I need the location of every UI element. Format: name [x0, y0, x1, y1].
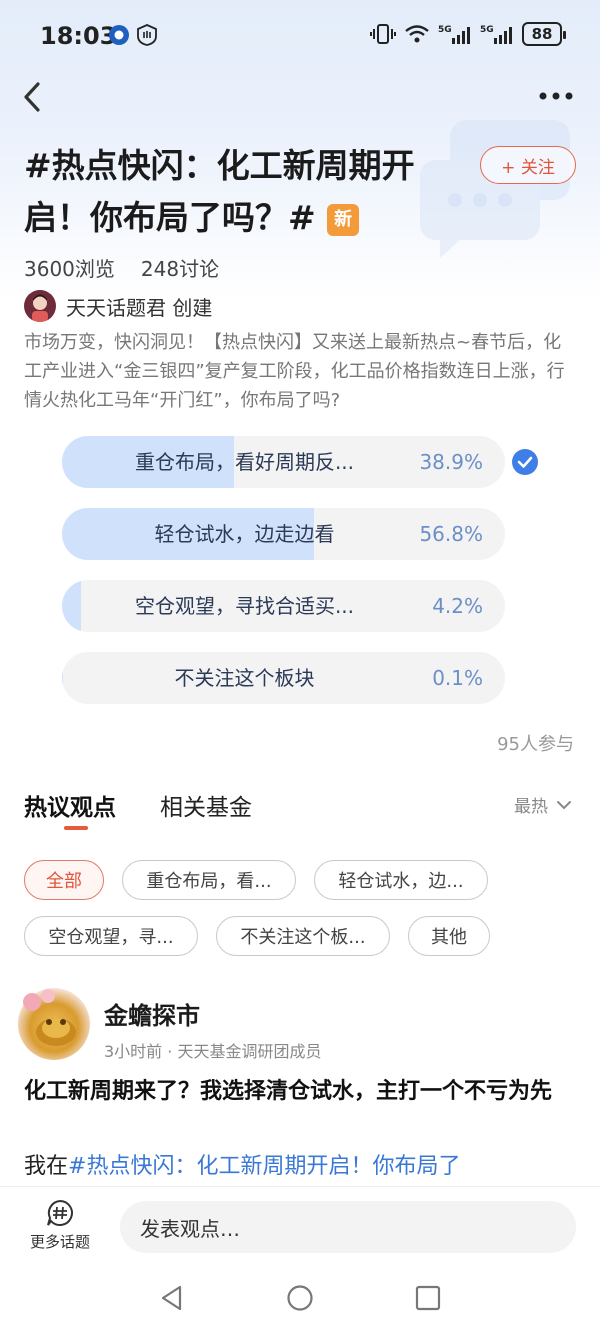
- more-topics-button[interactable]: 更多话题: [20, 1199, 100, 1252]
- post-body[interactable]: 我在#热点快闪：化工新周期开启！你布局了: [24, 1148, 584, 1182]
- cellular-signal-1-icon: 5G: [438, 25, 470, 44]
- poll-option[interactable]: 不关注这个板块 0.1%: [62, 652, 505, 704]
- nav-home-icon[interactable]: [286, 1284, 314, 1312]
- golden-toad-icon: [23, 989, 76, 1046]
- comment-placeholder: 发表观点…: [140, 1216, 240, 1241]
- creator-avatar: [24, 290, 56, 322]
- poll-option-percent: 38.9%: [419, 450, 483, 474]
- sort-dropdown[interactable]: 最热: [514, 792, 572, 817]
- svg-text:5G: 5G: [480, 25, 494, 35]
- filter-chip-ignore[interactable]: 不关注这个板...: [216, 916, 390, 956]
- cellular-signal-2-icon: 5G: [480, 25, 512, 44]
- poll-option[interactable]: 轻仓试水，边走边看 56.8%: [62, 508, 505, 560]
- poll-option[interactable]: 空仓观望，寻找合适买... 4.2%: [62, 580, 505, 632]
- post-author-name[interactable]: 金蟾探市: [104, 996, 200, 1031]
- creator-name: 天天话题君 创建: [66, 295, 213, 320]
- filter-chip-other[interactable]: 其他: [408, 916, 490, 956]
- filter-chip-light[interactable]: 轻仓试水，边...: [314, 860, 488, 900]
- post-meta: 3小时前 · 天天基金调研团成员: [104, 1042, 322, 1061]
- nav-back-icon[interactable]: [158, 1284, 186, 1312]
- wifi-icon: [405, 25, 429, 43]
- vibrate-icon: [370, 24, 396, 44]
- selected-check-icon: [512, 449, 538, 475]
- topic-title: #热点快闪：化工新周期开启！你布局了吗？# 新: [24, 140, 474, 244]
- discussions-count: 248讨论: [140, 257, 220, 281]
- topic-hash-icon: [47, 1199, 73, 1226]
- battery-level: 88: [531, 25, 553, 43]
- back-arrow-icon[interactable]: [18, 80, 48, 114]
- chevron-down-icon: [557, 800, 571, 809]
- nav-recents-icon[interactable]: [414, 1284, 442, 1312]
- svg-text:5G: 5G: [438, 25, 452, 35]
- comment-input[interactable]: 发表观点…: [120, 1201, 576, 1253]
- post-author-avatar[interactable]: [18, 988, 90, 1060]
- follow-button[interactable]: + 关注: [480, 146, 576, 184]
- post-topic-link[interactable]: #热点快闪：化工新周期开启！你布局了: [68, 1154, 460, 1179]
- more-topics-label: 更多话题: [29, 1233, 90, 1251]
- poll-option[interactable]: 重仓布局，看好周期反... 38.9%: [62, 436, 505, 488]
- post-title[interactable]: 化工新周期来了？我选择清仓试水，主打一个不亏为先: [24, 1075, 579, 1109]
- participants-count: 95人参与: [497, 734, 574, 755]
- system-navigation-bar: [0, 1268, 600, 1332]
- post-body-prefix: 我在: [24, 1154, 69, 1179]
- active-tab-indicator: [64, 826, 88, 830]
- tab-related-funds[interactable]: 相关基金: [160, 788, 252, 822]
- poll-option-percent: 0.1%: [432, 666, 483, 690]
- more-options-icon[interactable]: [538, 86, 574, 106]
- poll-option-percent: 56.8%: [419, 522, 483, 546]
- creator-avatar-icon: [32, 294, 48, 322]
- tab-hot-opinions[interactable]: 热议观点: [24, 788, 116, 822]
- status-indicators: 5G 5G 88: [370, 22, 566, 46]
- poll-option-label: 轻仓试水，边走边看: [154, 522, 335, 546]
- battery-indicator: 88: [522, 22, 566, 46]
- sort-label: 最热: [514, 797, 548, 817]
- bottom-action-bar: 更多话题 发表观点…: [0, 1186, 600, 1268]
- creator-row[interactable]: 天天话题君 创建: [24, 290, 212, 322]
- filter-chip-empty[interactable]: 空仓观望，寻...: [24, 916, 198, 956]
- views-count: 3600浏览: [24, 257, 115, 281]
- topic-description: 市场万变，快闪洞见！【热点快闪】又来送上最新热点~春节后，化工产业进入“金三银四…: [24, 332, 565, 411]
- hand-shield-icon: [137, 24, 157, 46]
- topic-stats: 3600浏览 248讨论: [24, 253, 219, 282]
- filter-chip-all[interactable]: 全部: [24, 860, 104, 900]
- new-badge: 新: [327, 204, 360, 236]
- poll-option-label: 空仓观望，寻找合适买...: [134, 594, 355, 618]
- poll-option-label: 不关注这个板块: [174, 666, 315, 690]
- filter-chip-heavy[interactable]: 重仓布局，看...: [122, 860, 296, 900]
- poll-option-label: 重仓布局，看好周期反...: [134, 450, 355, 474]
- status-time: 18:03: [40, 22, 117, 50]
- status-bar: 18:03 5G 5G 88: [0, 0, 600, 72]
- poll-option-percent: 4.2%: [432, 594, 483, 618]
- app-notification-icon: [109, 25, 129, 45]
